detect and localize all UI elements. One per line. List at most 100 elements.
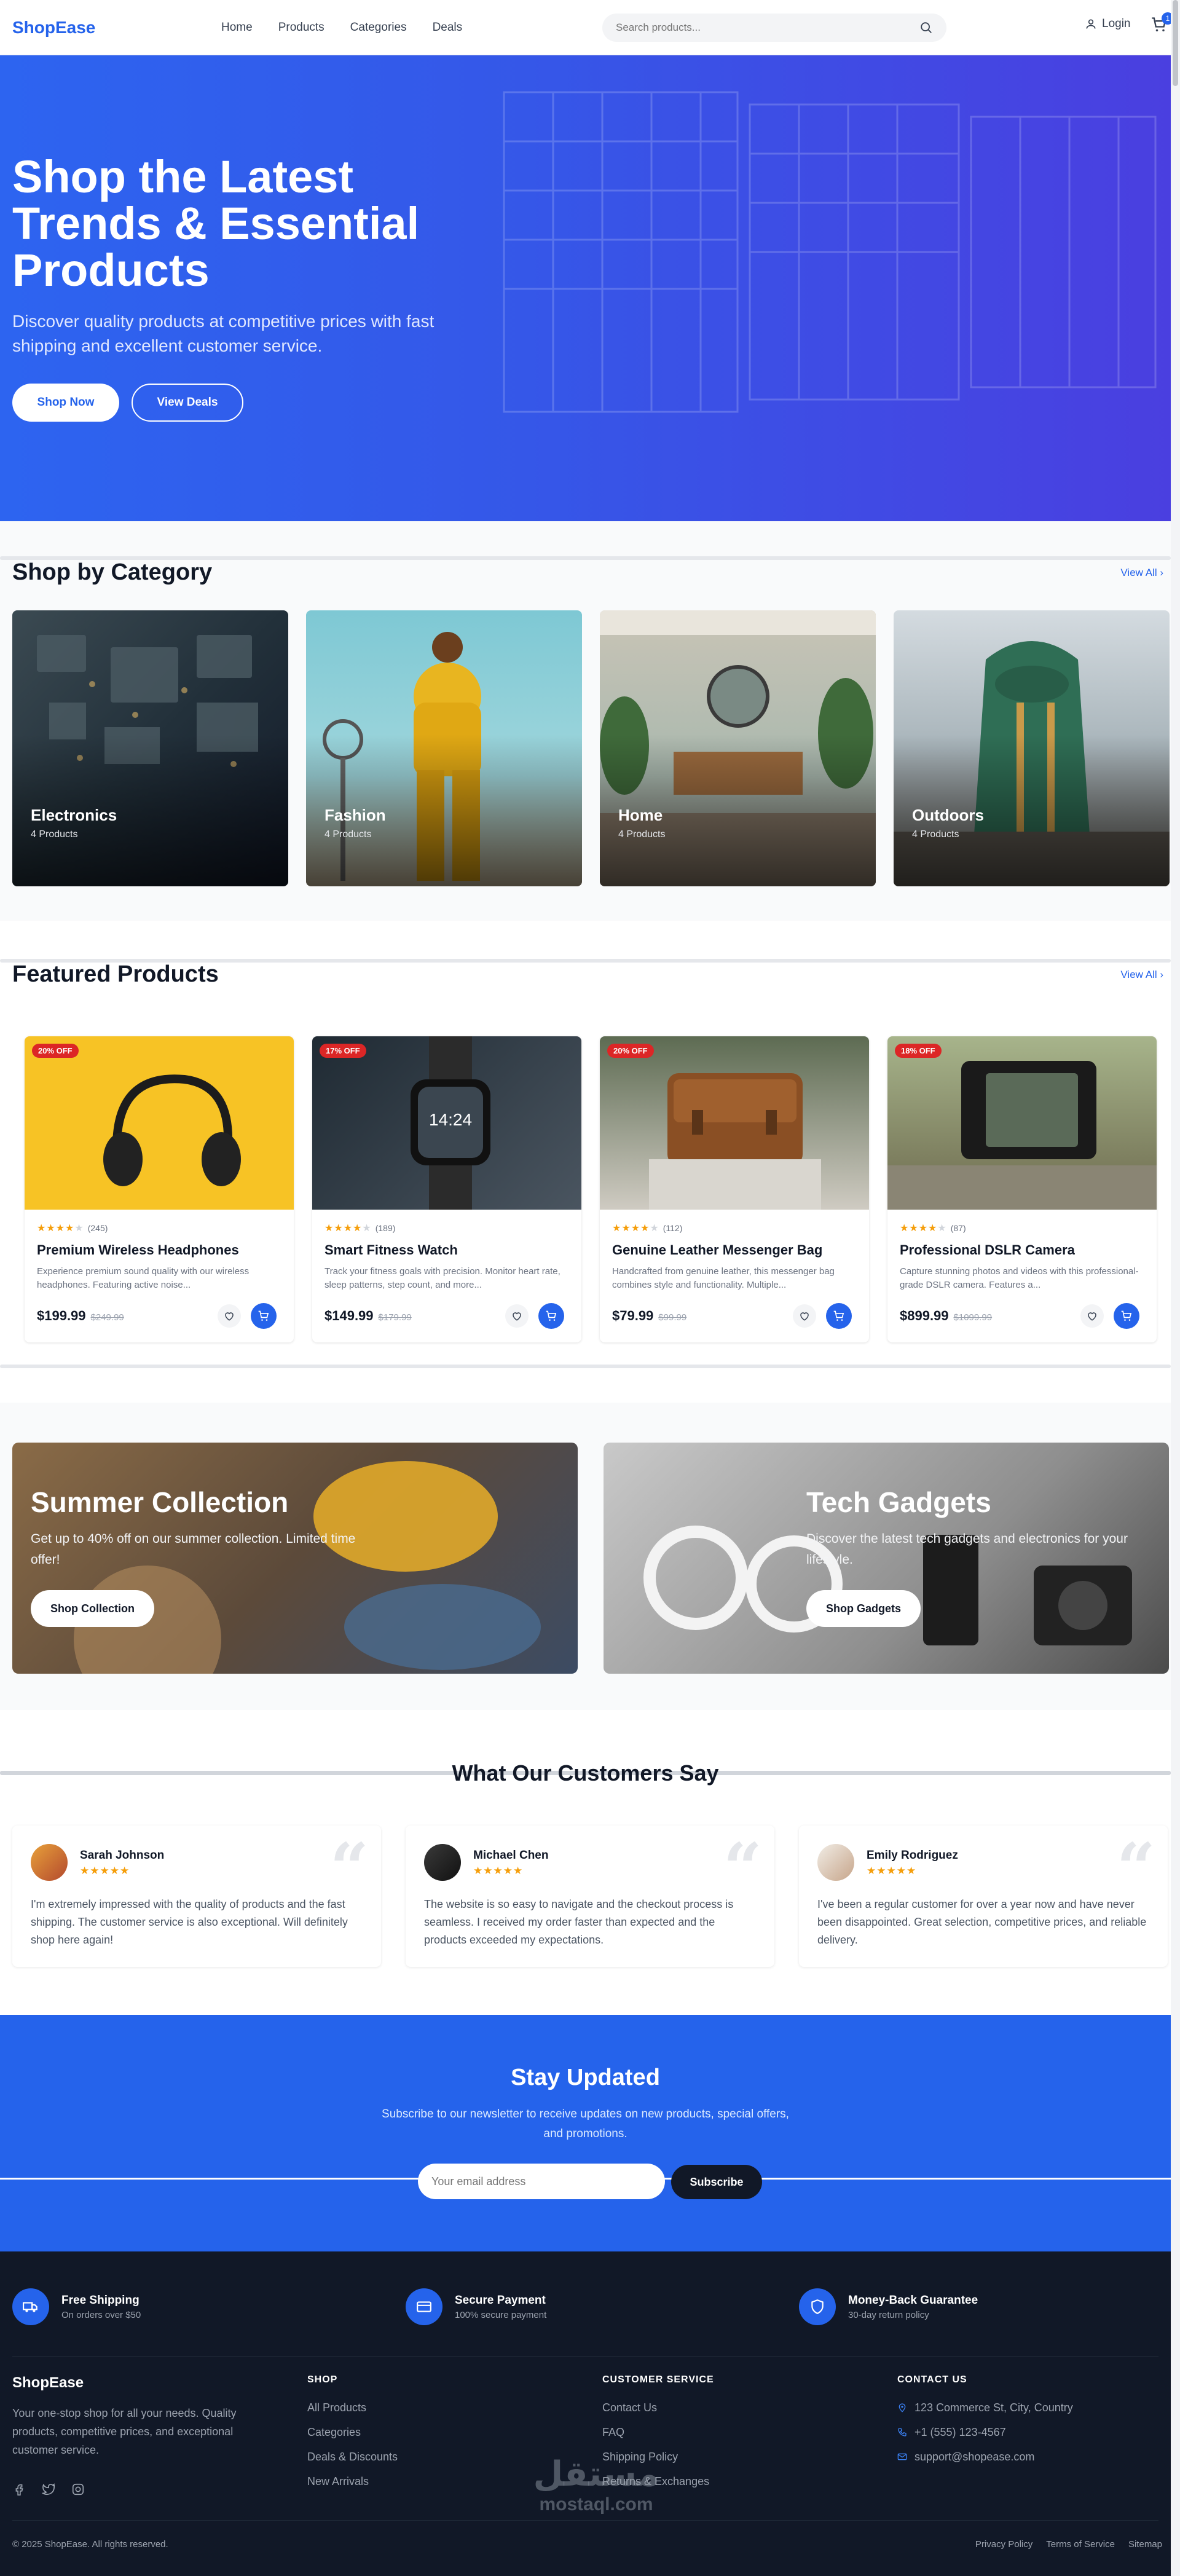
nav-categories[interactable]: Categories bbox=[350, 21, 407, 34]
feature-subtitle: On orders over $50 bbox=[61, 2309, 141, 2320]
discount-badge: 17% OFF bbox=[320, 1044, 366, 1058]
star-rating: ★★★★★ bbox=[37, 1223, 84, 1234]
wishlist-button[interactable] bbox=[505, 1304, 529, 1328]
feature-money-back: Money-Back Guarantee 30-day return policy bbox=[799, 2288, 978, 2325]
login-link[interactable]: Login bbox=[1085, 17, 1131, 31]
view-all-label: View All bbox=[1120, 969, 1157, 980]
product-price: $149.99 $179.99 bbox=[324, 1308, 412, 1324]
featured-view-all-link[interactable]: View All › bbox=[1120, 969, 1163, 981]
current-price: $899.99 bbox=[900, 1308, 949, 1323]
nav-deals[interactable]: Deals bbox=[433, 21, 463, 34]
shop-collection-button[interactable]: Shop Collection bbox=[31, 1590, 154, 1627]
sitemap-link[interactable]: Sitemap bbox=[1128, 2539, 1162, 2550]
product-name[interactable]: Professional DSLR Camera bbox=[900, 1242, 1075, 1258]
email-text: support@shopease.com bbox=[914, 2451, 1035, 2463]
review-count: (189) bbox=[375, 1223, 396, 1233]
wishlist-button[interactable] bbox=[793, 1304, 816, 1328]
footer-logo[interactable]: ShopEase bbox=[12, 2374, 270, 2392]
footer-link[interactable]: Contact Us bbox=[602, 2395, 714, 2420]
newsletter-subtitle: Subscribe to our newsletter to receive u… bbox=[382, 2108, 789, 2140]
view-all-label: View All bbox=[1120, 567, 1157, 578]
category-card-outdoors[interactable]: Outdoors 4 Products bbox=[894, 610, 1170, 886]
product-card[interactable]: 20% OFF ★★★★★ (112) Genuine Leather Messe… bbox=[600, 1036, 869, 1342]
discount-badge: 20% OFF bbox=[32, 1044, 79, 1058]
promo-tech-gadgets[interactable]: Tech Gadgets Discover the latest tech ga… bbox=[604, 1443, 1169, 1674]
discount-badge: 18% OFF bbox=[895, 1044, 942, 1058]
cart-icon bbox=[258, 1310, 269, 1321]
star-rating: ★★★★★ bbox=[324, 1223, 372, 1234]
headphones-image bbox=[103, 1074, 241, 1186]
category-name: Outdoors bbox=[912, 806, 984, 824]
wishlist-button[interactable] bbox=[1080, 1304, 1104, 1328]
nav-products[interactable]: Products bbox=[278, 21, 324, 34]
product-image: 20% OFF bbox=[25, 1036, 294, 1210]
footer-link[interactable]: New Arrivals bbox=[307, 2469, 398, 2494]
category-count: 4 Products bbox=[618, 829, 666, 840]
privacy-policy-link[interactable]: Privacy Policy bbox=[975, 2539, 1032, 2550]
product-name[interactable]: Premium Wireless Headphones bbox=[37, 1242, 239, 1258]
category-count: 4 Products bbox=[912, 829, 959, 840]
address-text: 123 Commerce St, City, Country bbox=[914, 2401, 1073, 2414]
featured-section-title: Featured Products bbox=[12, 961, 219, 987]
facebook-icon[interactable] bbox=[12, 2483, 26, 2496]
product-name[interactable]: Genuine Leather Messenger Bag bbox=[612, 1242, 822, 1258]
contact-email[interactable]: support@shopease.com bbox=[897, 2444, 1073, 2469]
scrollbar-thumb[interactable] bbox=[1173, 0, 1178, 86]
feature-title: Money-Back Guarantee bbox=[848, 2293, 978, 2307]
add-to-cart-button[interactable] bbox=[826, 1303, 852, 1329]
search-icon[interactable] bbox=[919, 21, 933, 34]
page-scrollbar[interactable] bbox=[1171, 0, 1180, 2576]
bag-image bbox=[649, 1073, 821, 1210]
review-count: (87) bbox=[950, 1223, 966, 1233]
product-card[interactable]: 14:24 17% OFF ★★★★★ (189) Smart Fitness W… bbox=[312, 1036, 581, 1342]
search-input[interactable] bbox=[616, 22, 919, 34]
wishlist-button[interactable] bbox=[218, 1304, 241, 1328]
add-to-cart-button[interactable] bbox=[538, 1303, 564, 1329]
category-count: 4 Products bbox=[31, 829, 78, 840]
old-price: $249.99 bbox=[90, 1312, 124, 1323]
logo[interactable]: ShopEase bbox=[12, 18, 221, 37]
category-card-fashion[interactable]: Fashion 4 Products bbox=[306, 610, 582, 886]
footer-link[interactable]: FAQ bbox=[602, 2420, 714, 2444]
product-card[interactable]: 18% OFF ★★★★★ (87) Professional DSLR Came… bbox=[887, 1036, 1157, 1342]
footer-link[interactable]: Deals & Discounts bbox=[307, 2444, 398, 2469]
old-price: $99.99 bbox=[658, 1312, 687, 1323]
promo-summer-collection[interactable]: Summer Collection Get up to 40% off on o… bbox=[12, 1443, 578, 1674]
twitter-icon[interactable] bbox=[42, 2483, 55, 2496]
hero-subtitle: Discover quality products at competitive… bbox=[12, 312, 435, 355]
footer-divider bbox=[12, 2520, 1158, 2521]
footer-link[interactable]: Categories bbox=[307, 2420, 398, 2444]
reviewer-name: Michael Chen bbox=[473, 1849, 549, 1862]
feature-subtitle: 100% secure payment bbox=[455, 2309, 547, 2320]
add-to-cart-button[interactable] bbox=[251, 1303, 277, 1329]
contact-phone[interactable]: +1 (555) 123-4567 bbox=[897, 2420, 1073, 2444]
footer-link[interactable]: All Products bbox=[307, 2395, 398, 2420]
nav-home[interactable]: Home bbox=[221, 21, 253, 34]
rating-row: ★★★★★ (245) bbox=[37, 1222, 108, 1234]
site-header: ShopEase Home Products Categories Deals … bbox=[0, 0, 1174, 55]
product-card[interactable]: 20% OFF ★★★★★ (245) Premium Wireless Head… bbox=[25, 1036, 294, 1342]
product-description: Experience premium sound quality with ou… bbox=[37, 1266, 250, 1290]
category-card-electronics[interactable]: Electronics 4 Products bbox=[12, 610, 288, 886]
cart-button[interactable]: 1 bbox=[1150, 12, 1174, 34]
shop-now-button[interactable]: Shop Now bbox=[12, 384, 119, 422]
view-deals-button[interactable]: View Deals bbox=[132, 384, 243, 422]
categories-view-all-link[interactable]: View All › bbox=[1120, 567, 1163, 579]
watermark-arabic: مستقل bbox=[533, 2454, 659, 2494]
category-card-home[interactable]: Home 4 Products bbox=[600, 610, 876, 886]
section-divider bbox=[0, 1365, 1171, 1368]
site-footer: Free Shipping On orders over $50 Secure P… bbox=[0, 2251, 1171, 2576]
quote-icon: “ bbox=[1116, 1828, 1155, 1907]
instagram-icon[interactable] bbox=[71, 2483, 85, 2496]
shop-gadgets-button[interactable]: Shop Gadgets bbox=[806, 1590, 921, 1627]
product-price: $199.99 $249.99 bbox=[37, 1308, 124, 1324]
footer-description: Your one-stop shop for all your needs. Q… bbox=[12, 2407, 237, 2456]
phone-text: +1 (555) 123-4567 bbox=[914, 2426, 1006, 2438]
subscribe-button[interactable]: Subscribe bbox=[671, 2165, 762, 2199]
copyright: © 2025 ShopEase. All rights reserved. bbox=[12, 2539, 168, 2550]
terms-link[interactable]: Terms of Service bbox=[1046, 2539, 1115, 2550]
add-to-cart-button[interactable] bbox=[1114, 1303, 1139, 1329]
main-nav: Home Products Categories Deals bbox=[221, 21, 462, 34]
email-field[interactable] bbox=[418, 2164, 665, 2199]
product-name[interactable]: Smart Fitness Watch bbox=[324, 1242, 458, 1258]
